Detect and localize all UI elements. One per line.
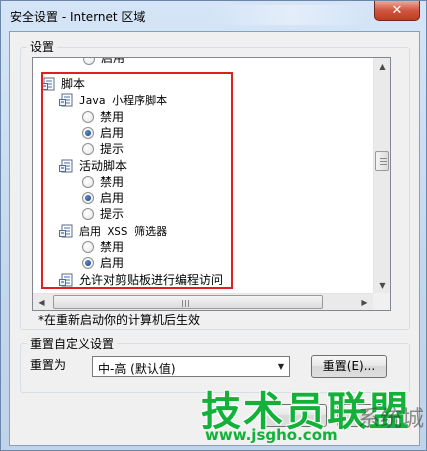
horizontal-scrollbar[interactable]: ◀ ▶	[33, 293, 373, 310]
vertical-scroll-thumb[interactable]	[375, 151, 389, 171]
title-bar-blur	[211, 5, 371, 25]
partial-item-label: 启用	[101, 57, 126, 65]
close-button[interactable]: ✕	[374, 1, 420, 21]
scroll-right-arrow-icon[interactable]: ▶	[356, 294, 373, 310]
reset-level-value: 中-高 (默认值)	[98, 362, 176, 376]
title-bar[interactable]: 安全设置 - Internet 区域 ✕	[1, 1, 426, 31]
restart-note: *在重新启动你的计算机后生效	[38, 313, 201, 327]
highlight-box	[41, 72, 233, 289]
window-title: 安全设置 - Internet 区域	[10, 10, 146, 24]
scroll-up-arrow-icon[interactable]: ▲	[374, 58, 390, 75]
reset-button[interactable]: 重置(E)...	[311, 355, 387, 378]
scroll-left-arrow-icon[interactable]: ◀	[33, 294, 50, 310]
horizontal-scroll-thumb[interactable]	[53, 295, 323, 309]
watermark-overlay: 系统城	[358, 407, 425, 432]
scroll-down-arrow-icon[interactable]: ▼	[374, 277, 390, 294]
scrollbar-corner	[373, 293, 390, 310]
security-settings-window: 安全设置 - Internet 区域 ✕ 设置 启用 脚本 Java 小程序脚本禁…	[0, 0, 427, 451]
watermark-url: www.jsgho.com	[205, 426, 338, 444]
chevron-down-icon[interactable]: ▼	[273, 357, 289, 376]
reset-level-select[interactable]: 中-高 (默认值) ▼	[92, 356, 290, 377]
settings-group-label: 设置	[27, 38, 58, 55]
reset-group-label: 重置自定义设置	[27, 335, 118, 352]
vertical-scrollbar[interactable]: ▲ ▼	[373, 58, 390, 294]
reset-to-label: 重置为	[30, 358, 67, 372]
partial-radio[interactable]	[83, 58, 95, 65]
